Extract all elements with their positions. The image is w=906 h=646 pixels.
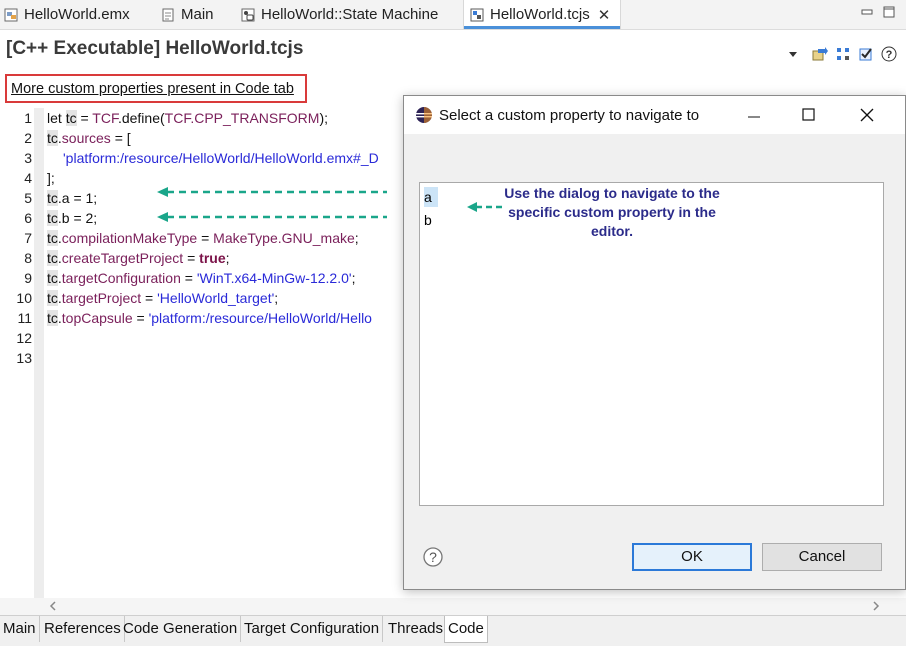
view-menu-icon[interactable]	[787, 46, 803, 62]
code-line: 'platform:/resource/HelloWorld/HelloWorl…	[63, 150, 379, 166]
line-number: 10	[16, 290, 32, 306]
code-line: tc.topCapsule = 'platform:/resource/Hell…	[47, 310, 372, 326]
line-number: 2	[24, 130, 32, 146]
arrow-head	[157, 187, 168, 197]
tab-threads[interactable]: Threads	[385, 616, 448, 642]
hierarchy-icon[interactable]	[835, 46, 851, 62]
code-line: ];	[47, 170, 55, 186]
export-icon[interactable]	[812, 46, 828, 62]
minimize-icon[interactable]	[747, 109, 761, 123]
line-number: 5	[24, 190, 32, 206]
line-number: 3	[24, 150, 32, 166]
code-line: tc.b = 2;	[47, 210, 98, 226]
arrow-head	[157, 212, 168, 222]
settings-check-icon[interactable]	[858, 46, 874, 62]
bottom-tab-bar: Main References Code Generation Target C…	[0, 615, 906, 646]
minimize-icon[interactable]	[861, 6, 873, 18]
line-number: 7	[24, 230, 32, 246]
tab-code-generation[interactable]: Code Generation	[120, 616, 242, 642]
list-item[interactable]: b	[424, 210, 438, 230]
tab-target-configuration[interactable]: Target Configuration	[241, 616, 384, 642]
code-line: let tc = TCF.define(TCF.CPP_TRANSFORM);	[47, 110, 329, 126]
ok-button[interactable]: OK	[632, 543, 752, 571]
tab-label: HelloWorld::State Machine	[261, 6, 439, 23]
tab-main-bottom[interactable]: Main	[0, 616, 40, 642]
editor-toolbar: ?	[787, 42, 899, 66]
dialog-titlebar: Select a custom property to navigate to	[404, 96, 905, 134]
eclipse-logo-icon	[416, 107, 432, 123]
select-property-dialog: Select a custom property to navigate to …	[403, 95, 906, 590]
scroll-right-icon[interactable]	[871, 601, 881, 611]
ruler-gutter	[34, 108, 44, 598]
tcjs-file-icon	[470, 8, 484, 22]
svg-text:?: ?	[886, 49, 893, 61]
page-title: [C++ Executable] HelloWorld.tcjs	[6, 38, 304, 59]
tab-main[interactable]: Main	[161, 0, 214, 29]
line-number: 9	[24, 270, 32, 286]
line-number: 11	[17, 310, 32, 326]
code-line: tc.createTargetProject = true;	[47, 250, 230, 266]
cancel-button[interactable]: Cancel	[762, 543, 882, 571]
tab-references[interactable]: References	[41, 616, 125, 642]
line-number: 4	[24, 170, 32, 186]
tab-code[interactable]: Code	[444, 616, 488, 643]
code-line: tc.targetProject = 'HelloWorld_target';	[47, 290, 279, 306]
list-item[interactable]: a	[424, 187, 438, 207]
svg-text:?: ?	[429, 549, 437, 565]
document-icon	[161, 8, 175, 22]
horizontal-scrollbar[interactable]	[0, 598, 906, 615]
code-line: tc.a = 1;	[47, 190, 98, 206]
annotation-arrows	[157, 187, 387, 222]
tab-helloworld-emx[interactable]: HelloWorld.emx	[4, 0, 130, 29]
tab-label: HelloWorld.tcjs	[490, 6, 590, 23]
tab-helloworld-tcjs[interactable]: HelloWorld.tcjs ✕	[463, 0, 621, 29]
close-icon[interactable]	[860, 108, 874, 122]
line-number: 12	[16, 330, 32, 346]
tab-label: Main	[181, 6, 214, 23]
model-file-icon	[4, 8, 18, 22]
maximize-icon[interactable]	[883, 6, 895, 18]
code-line: tc.targetConfiguration = 'WinT.x64-MinGw…	[47, 270, 356, 286]
annotation-note: Use the dialog to navigate to the specif…	[504, 185, 720, 239]
more-properties-link[interactable]: More custom properties present in Code t…	[11, 81, 294, 97]
maximize-icon[interactable]	[802, 108, 816, 122]
code-line: tc.compilationMakeType = MakeType.GNU_ma…	[47, 230, 359, 246]
line-number: 8	[24, 250, 32, 266]
editor-tab-bar: HelloWorld.emx Main HelloWorld::State Ma…	[0, 0, 906, 30]
help-icon[interactable]: ?	[881, 46, 897, 62]
code-line: tc.sources = [	[47, 130, 131, 146]
state-machine-icon	[241, 8, 255, 22]
close-icon[interactable]: ✕	[598, 6, 611, 24]
line-number: 6	[24, 210, 32, 226]
scroll-left-icon[interactable]	[48, 601, 58, 611]
tab-label: HelloWorld.emx	[24, 6, 130, 23]
line-number: 13	[16, 350, 32, 366]
line-number: 1	[24, 110, 32, 126]
tab-state-machine[interactable]: HelloWorld::State Machine	[241, 0, 438, 29]
help-icon[interactable]: ?	[423, 547, 443, 567]
dialog-title: Select a custom property to navigate to	[439, 107, 700, 124]
